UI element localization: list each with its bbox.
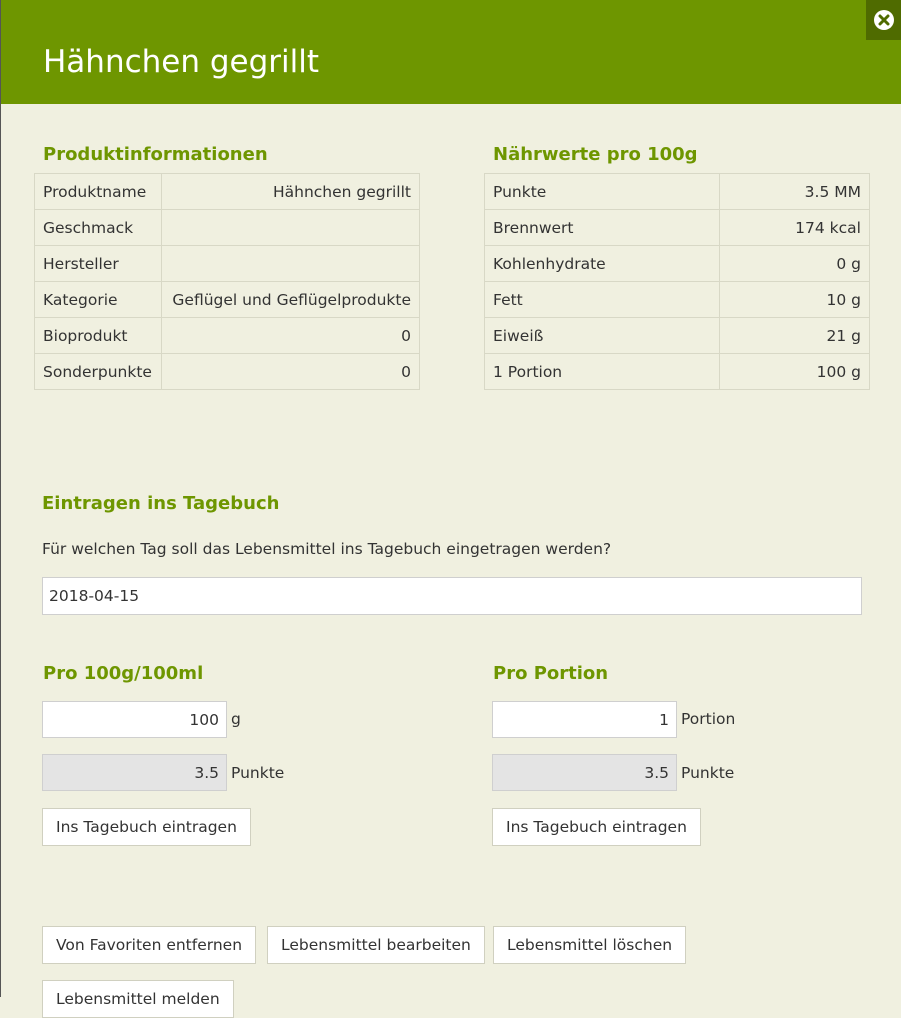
table-row: Sonderpunkte 0: [33, 353, 420, 390]
table-row: 1 Portion 100 g: [484, 353, 871, 390]
points-per100-field: [42, 754, 227, 791]
nutrition-table: Punkte 3.5 MM Brennwert 174 kcal Kohlenhyd…: [484, 173, 871, 390]
per100-heading: Pro 100g/100ml: [43, 663, 204, 684]
delete-food-button[interactable]: Lebensmittel löschen: [493, 926, 687, 964]
row-value: 0: [161, 353, 420, 390]
page-title: Hähnchen gegrillt: [43, 44, 320, 80]
diary-heading: Eintragen ins Tagebuch: [42, 493, 280, 514]
close-button[interactable]: [866, 0, 901, 40]
row-value: Geflügel und Geflügelprodukte: [161, 281, 420, 318]
report-food-button[interactable]: Lebensmittel melden: [42, 980, 234, 1018]
table-row: Kohlenhydrate 0 g: [484, 245, 871, 282]
close-circle-icon: [874, 10, 894, 30]
diary-prompt: Für welchen Tag soll das Lebensmittel in…: [42, 540, 612, 558]
amount-unit-label: g: [231, 710, 241, 728]
row-label: Geschmack: [33, 209, 163, 246]
row-label: Hersteller: [33, 245, 163, 282]
row-value: 174 kcal: [718, 209, 871, 246]
product-info-table: Produktname Hähnchen gegrillt Geschmack H…: [33, 173, 420, 390]
row-label: Eiweiß: [484, 317, 720, 354]
modal-header: Hähnchen gegrillt: [1, 0, 901, 104]
row-label: Sonderpunkte: [33, 353, 163, 390]
table-row: Punkte 3.5 MM: [484, 173, 871, 210]
product-info-heading: Produktinformationen: [43, 144, 268, 165]
row-label: Kohlenhydrate: [484, 245, 720, 282]
row-value: [161, 245, 420, 282]
row-label: Bioprodukt: [33, 317, 163, 354]
row-value: 100 g: [718, 353, 871, 390]
row-value: [161, 209, 420, 246]
portion-unit-label: Portion: [681, 710, 736, 728]
table-row: Fett 10 g: [484, 281, 871, 318]
row-value: 0: [161, 317, 420, 354]
date-input[interactable]: [42, 577, 862, 615]
table-row: Produktname Hähnchen gegrillt: [33, 173, 420, 210]
table-row: Kategorie Geflügel und Geflügelprodukte: [33, 281, 420, 318]
row-value: 21 g: [718, 317, 871, 354]
row-label: Punkte: [484, 173, 720, 210]
amount-grams-input[interactable]: [42, 701, 227, 738]
row-value: Hähnchen gegrillt: [161, 173, 420, 210]
points-unit-label: Punkte: [681, 764, 735, 782]
row-value: 0 g: [718, 245, 871, 282]
table-row: Bioprodukt 0: [33, 317, 420, 354]
modal-dialog: Hähnchen gegrillt Produktinformationen P…: [0, 0, 901, 1018]
row-label: 1 Portion: [484, 353, 720, 390]
nutrition-heading: Nährwerte pro 100g: [493, 144, 698, 165]
row-value: 10 g: [718, 281, 871, 318]
remove-favorite-button[interactable]: Von Favoriten entfernen: [42, 926, 257, 964]
row-label: Brennwert: [484, 209, 720, 246]
add-to-diary-button-portion[interactable]: Ins Tagebuch eintragen: [492, 808, 701, 846]
row-label: Fett: [484, 281, 720, 318]
table-row: Brennwert 174 kcal: [484, 209, 871, 246]
per-portion-heading: Pro Portion: [493, 663, 609, 684]
table-row: Hersteller: [33, 245, 420, 282]
points-per-portion-field: [492, 754, 677, 791]
amount-portion-input[interactable]: [492, 701, 677, 738]
row-value: 3.5 MM: [718, 173, 871, 210]
table-row: Eiweiß 21 g: [484, 317, 871, 354]
row-label: Kategorie: [33, 281, 163, 318]
add-to-diary-button-per100[interactable]: Ins Tagebuch eintragen: [42, 808, 251, 846]
edit-food-button[interactable]: Lebensmittel bearbeiten: [267, 926, 485, 964]
row-label: Produktname: [33, 173, 163, 210]
table-row: Geschmack: [33, 209, 420, 246]
points-unit-label: Punkte: [231, 764, 285, 782]
